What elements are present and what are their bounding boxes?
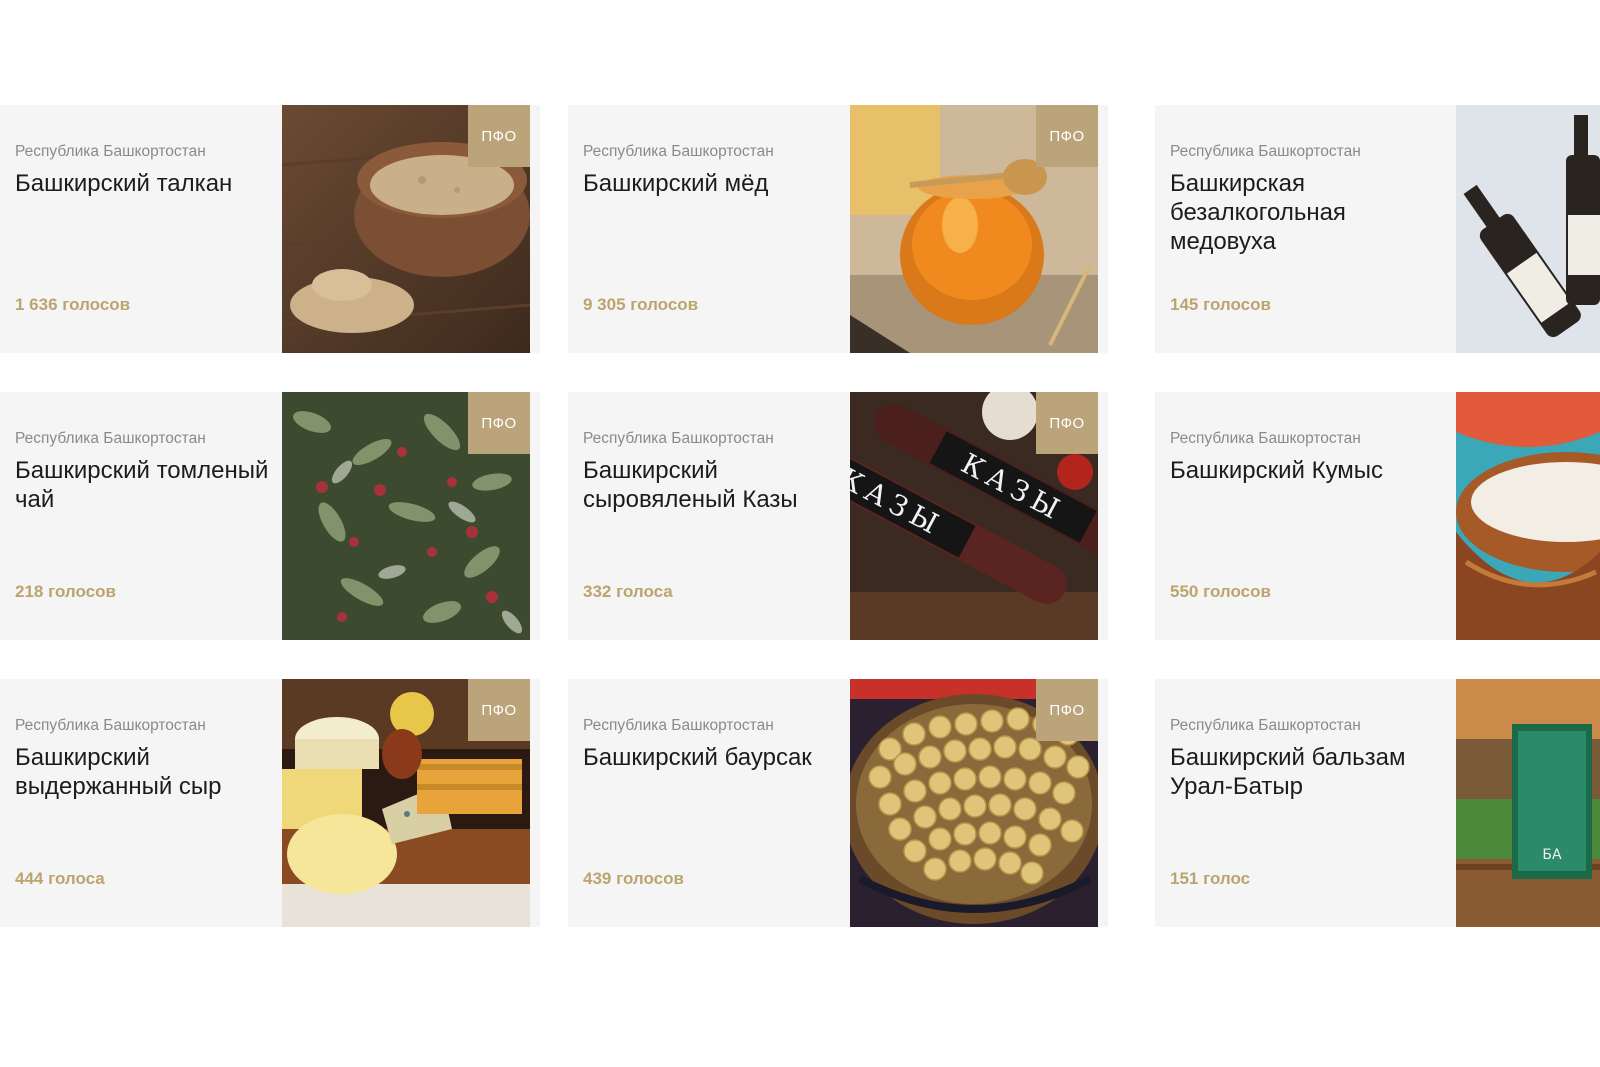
card-text: Республика Башкортостан Башкирский томле…: [15, 392, 268, 640]
product-card-cheese[interactable]: Республика Башкортостан Башкирский выдер…: [0, 679, 540, 927]
product-card-kumys[interactable]: Республика Башкортостан Башкирский Кумыс…: [1155, 392, 1600, 640]
card-region: Республика Башкортостан: [583, 143, 774, 160]
product-card-tea[interactable]: Республика Башкортостан Башкирский томле…: [0, 392, 540, 640]
product-card-talkan[interactable]: Республика Башкортостан Башкирский талка…: [0, 105, 540, 353]
card-text: Республика Башкортостан Башкирский баурс…: [583, 679, 833, 927]
herbal-tea-photo[interactable]: ПФО: [282, 392, 530, 640]
product-card-medovukha[interactable]: Республика Башкортостан Башкирская безал…: [1155, 105, 1600, 353]
cheese-board-photo[interactable]: ПФО: [282, 679, 530, 927]
district-badge: ПФО: [1036, 392, 1098, 454]
card-votes: 550 голосов: [1170, 582, 1271, 601]
card-votes: 9 305 голосов: [583, 295, 699, 314]
card-votes: 439 голосов: [583, 869, 684, 888]
card-text: Республика Башкортостан Башкирская безал…: [1170, 105, 1420, 353]
card-title[interactable]: Башкирский Кумыс: [1170, 456, 1430, 485]
card-region: Республика Башкортостан: [15, 717, 206, 734]
card-votes: 145 голосов: [1170, 295, 1271, 314]
card-region: Республика Башкортостан: [1170, 143, 1361, 160]
card-votes: 1 636 голосов: [15, 295, 131, 314]
kazy-sausage-photo[interactable]: КАЗЫ КАЗЫ ПФО: [850, 392, 1098, 640]
card-region: Республика Башкортостан: [1170, 430, 1361, 447]
card-text: Республика Башкортостан Башкирский сыров…: [583, 392, 833, 640]
card-title[interactable]: Башкирский томленый чай: [15, 456, 275, 514]
kumys-bowl-photo[interactable]: [1456, 392, 1600, 640]
balsam-box-label: БА: [1542, 847, 1562, 863]
product-card-balsam[interactable]: Республика Башкортостан Башкирский бальз…: [1155, 679, 1600, 927]
card-title[interactable]: Башкирская безалкогольная медовуха: [1170, 169, 1430, 256]
district-badge: ПФО: [468, 392, 530, 454]
district-badge: ПФО: [1036, 679, 1098, 741]
card-title[interactable]: Башкирский выдержанный сыр: [15, 743, 275, 801]
card-votes: 332 голоса: [583, 582, 673, 601]
card-text: Республика Башкортостан Башкирский Кумыс…: [1170, 392, 1420, 640]
card-text: Республика Башкортостан Башкирский талка…: [15, 105, 265, 353]
card-text: Республика Башкортостан Башкирский мёд 9…: [583, 105, 833, 353]
card-title[interactable]: Башкирский талкан: [15, 169, 275, 198]
honey-jar-photo[interactable]: ПФО: [850, 105, 1098, 353]
card-title[interactable]: Башкирский сыровяленый Казы: [583, 456, 843, 514]
card-title[interactable]: Башкирский баурсак: [583, 743, 843, 772]
district-badge: ПФО: [1036, 105, 1098, 167]
product-card-baursak[interactable]: Республика Башкортостан Башкирский баурс…: [568, 679, 1108, 927]
card-region: Республика Башкортостан: [15, 430, 206, 447]
card-votes: 151 голос: [1170, 869, 1251, 888]
baursak-plate-photo[interactable]: ПФО: [850, 679, 1098, 927]
product-grid: Республика Башкортостан Башкирский талка…: [0, 105, 1600, 927]
card-text: Республика Башкортостан Башкирский бальз…: [1170, 679, 1420, 927]
card-region: Республика Башкортостан: [15, 143, 206, 160]
product-card-kazy[interactable]: Республика Башкортостан Башкирский сыров…: [568, 392, 1108, 640]
product-card-honey[interactable]: Республика Башкортостан Башкирский мёд 9…: [568, 105, 1108, 353]
talkan-bowl-photo[interactable]: ПФО: [282, 105, 530, 353]
district-badge: ПФО: [468, 105, 530, 167]
card-region: Республика Башкортостан: [583, 430, 774, 447]
card-title[interactable]: Башкирский бальзам Урал-Батыр: [1170, 743, 1430, 801]
balsam-box-photo[interactable]: БА: [1456, 679, 1600, 927]
card-region: Республика Башкортостан: [1170, 717, 1361, 734]
medovukha-bottles-photo[interactable]: [1456, 105, 1600, 353]
card-title[interactable]: Башкирский мёд: [583, 169, 843, 198]
card-region: Республика Башкортостан: [583, 717, 774, 734]
card-votes: 444 голоса: [15, 869, 105, 888]
district-badge: ПФО: [468, 679, 530, 741]
card-votes: 218 голосов: [15, 582, 116, 601]
card-text: Республика Башкортостан Башкирский выдер…: [15, 679, 265, 927]
